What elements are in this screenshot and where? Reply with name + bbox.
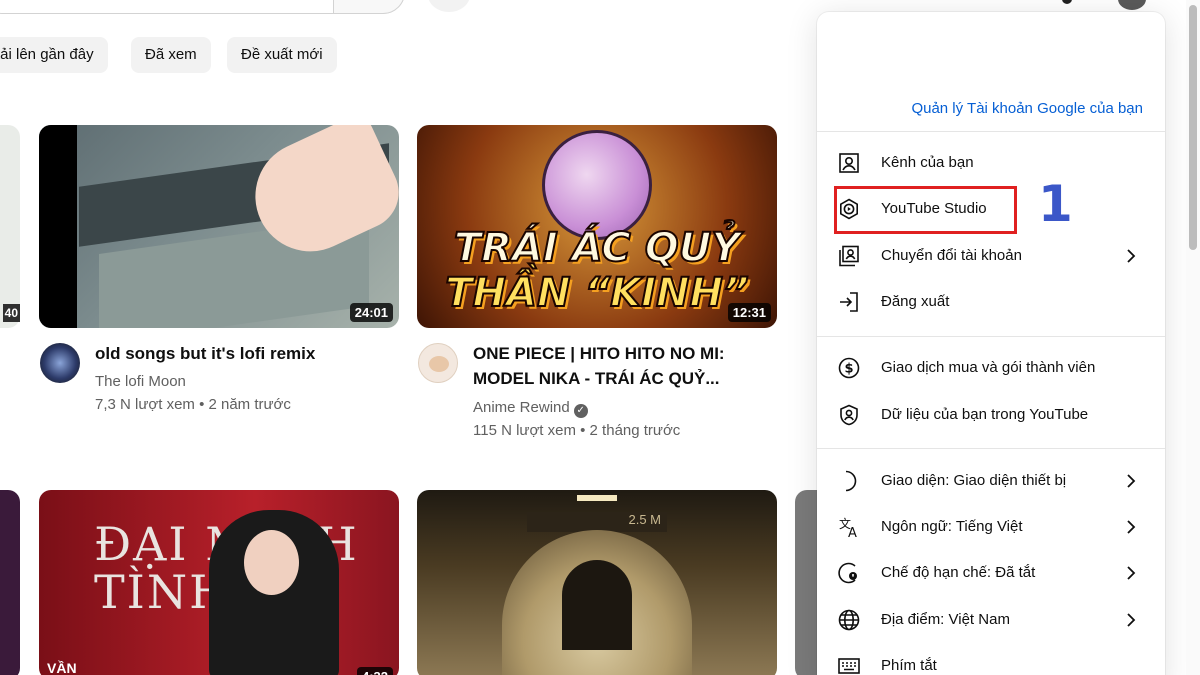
video-duration: 4:32 [356, 667, 393, 675]
chevron-right-icon [1127, 474, 1136, 488]
video-stats: 7,3 N lượt xem • 2 năm trước [95, 396, 291, 413]
video-title[interactable]: ONE PIECE | HITO HITO NO MI: MODEL NIKA … [473, 341, 725, 391]
video-stats: 115 N lượt xem • 2 tháng trước [473, 422, 681, 439]
svg-text:$: $ [844, 362, 853, 377]
menu-item-switch-account[interactable]: Chuyển đổi tài khoản [817, 236, 1165, 276]
menu-item-language[interactable]: 文A Ngôn ngữ: Tiếng Việt [817, 507, 1165, 547]
video-thumbnail[interactable]: ĐẠI MINH TÌNH VẦN 4:32 [39, 490, 399, 675]
thumbnail-art [577, 495, 617, 501]
channel-avatar[interactable] [40, 343, 80, 383]
video-duration: 40 [2, 304, 20, 322]
video-thumbnail[interactable]: 2.5 M [417, 490, 777, 675]
channel-avatar[interactable] [418, 343, 458, 383]
video-thumbnail[interactable]: TRÁI ÁC QUỶ THẦN “KINH” 12:31 [417, 125, 777, 328]
notification-icon[interactable] [1062, 0, 1072, 4]
avatar[interactable] [1118, 0, 1146, 10]
dollar-icon: $ [838, 357, 860, 379]
menu-item-location[interactable]: Địa điểm: Việt Nam [817, 600, 1165, 640]
chevron-right-icon [1127, 613, 1136, 627]
menu-item-label: Ngôn ngữ: Tiếng Việt [881, 518, 1023, 535]
search-button[interactable] [333, 0, 405, 14]
menu-item-label: Phím tắt [881, 657, 937, 674]
menu-item-your-data[interactable]: Dữ liệu của bạn trong YouTube [817, 395, 1165, 435]
menu-item-label: Giao diện: Giao diện thiết bị [881, 472, 1067, 489]
menu-item-appearance[interactable]: Giao diện: Giao diện thiết bị [817, 461, 1165, 501]
menu-divider [817, 131, 1165, 132]
video-thumbnail-partial[interactable] [795, 490, 817, 675]
menu-item-sign-out[interactable]: Đăng xuất [817, 282, 1165, 322]
menu-divider [817, 448, 1165, 449]
account-menu: Quản lý Tài khoản Google của bạn Kênh củ… [817, 12, 1165, 675]
thumbnail-art [562, 560, 632, 650]
video-title-line: MODEL NIKA - TRÁI ÁC QUỶ... [473, 369, 720, 388]
thumbnail-text: 2.5 M [527, 512, 667, 532]
moon-icon [845, 470, 857, 492]
menu-item-your-channel[interactable]: Kênh của bạn [817, 143, 1165, 183]
video-thumbnail-partial[interactable]: 40 [0, 125, 20, 328]
video-title[interactable]: old songs but it's lofi remix [95, 341, 315, 366]
video-thumbnail[interactable]: 24:01 [39, 125, 399, 328]
video-title-line: ONE PIECE | HITO HITO NO MI: [473, 344, 725, 363]
thumbnail-text: TRÁI ÁC QUỶ [453, 224, 741, 272]
channel-name[interactable]: Anime Rewind ✓ [473, 397, 588, 419]
verified-icon: ✓ [573, 404, 588, 418]
chevron-right-icon [1127, 520, 1136, 534]
annotation-highlight-box [834, 186, 1017, 234]
shield-person-icon [840, 404, 858, 426]
keyboard-icon [838, 658, 860, 674]
menu-item-label: Chuyển đổi tài khoản [881, 247, 1022, 264]
thumbnail-art [542, 130, 652, 240]
video-thumbnail-partial[interactable] [0, 490, 20, 675]
menu-divider [817, 336, 1165, 337]
globe-icon [838, 609, 860, 631]
menu-item-restricted-mode[interactable]: Chế độ hạn chế: Đã tắt [817, 553, 1165, 593]
thumbnail-text: THẦN “KINH” [444, 269, 749, 317]
channel-name-text: Anime Rewind [473, 399, 570, 416]
video-duration: 12:31 [727, 303, 771, 322]
chevron-right-icon [1127, 249, 1136, 263]
translate-icon: 文A [839, 516, 857, 539]
scrollbar-thumb[interactable] [1189, 5, 1197, 250]
restricted-icon [838, 562, 857, 584]
sign-out-icon [840, 292, 858, 312]
chevron-right-icon [1127, 566, 1136, 580]
menu-item-label: Kênh của bạn [881, 154, 974, 171]
menu-item-keyboard-shortcuts[interactable]: Phím tắt [817, 646, 1165, 675]
channel-name[interactable]: The lofi Moon [95, 371, 186, 393]
chip-watched[interactable]: Đã xem [131, 37, 211, 73]
menu-item-purchases[interactable]: $ Giao dịch mua và gói thành viên [817, 348, 1165, 388]
video-duration: 24:01 [349, 303, 393, 322]
chip-recently-uploaded[interactable]: tải lên gần đây [0, 37, 108, 73]
manage-google-account-link[interactable]: Quản lý Tài khoản Google của bạn [911, 100, 1143, 117]
menu-item-label: Chế độ hạn chế: Đã tắt [881, 564, 1036, 581]
chip-new-to-you[interactable]: Đề xuất mới [227, 37, 337, 73]
menu-item-label: Đăng xuất [881, 293, 950, 310]
voice-search-button[interactable] [428, 0, 470, 12]
thumbnail-logo: VẦN [47, 660, 77, 675]
menu-item-label: Địa điểm: Việt Nam [881, 611, 1010, 628]
thumbnail-art [244, 530, 299, 595]
switch-account-icon [839, 245, 859, 267]
svg-text:A: A [848, 526, 857, 539]
menu-item-label: Giao dịch mua và gói thành viên [881, 359, 1096, 376]
annotation-step-number: 1 [1038, 175, 1073, 233]
page-scrollbar[interactable] [1186, 0, 1200, 675]
menu-item-label: Dữ liệu của bạn trong YouTube [881, 406, 1089, 423]
person-icon [839, 153, 859, 173]
thumbnail-art [39, 125, 77, 328]
